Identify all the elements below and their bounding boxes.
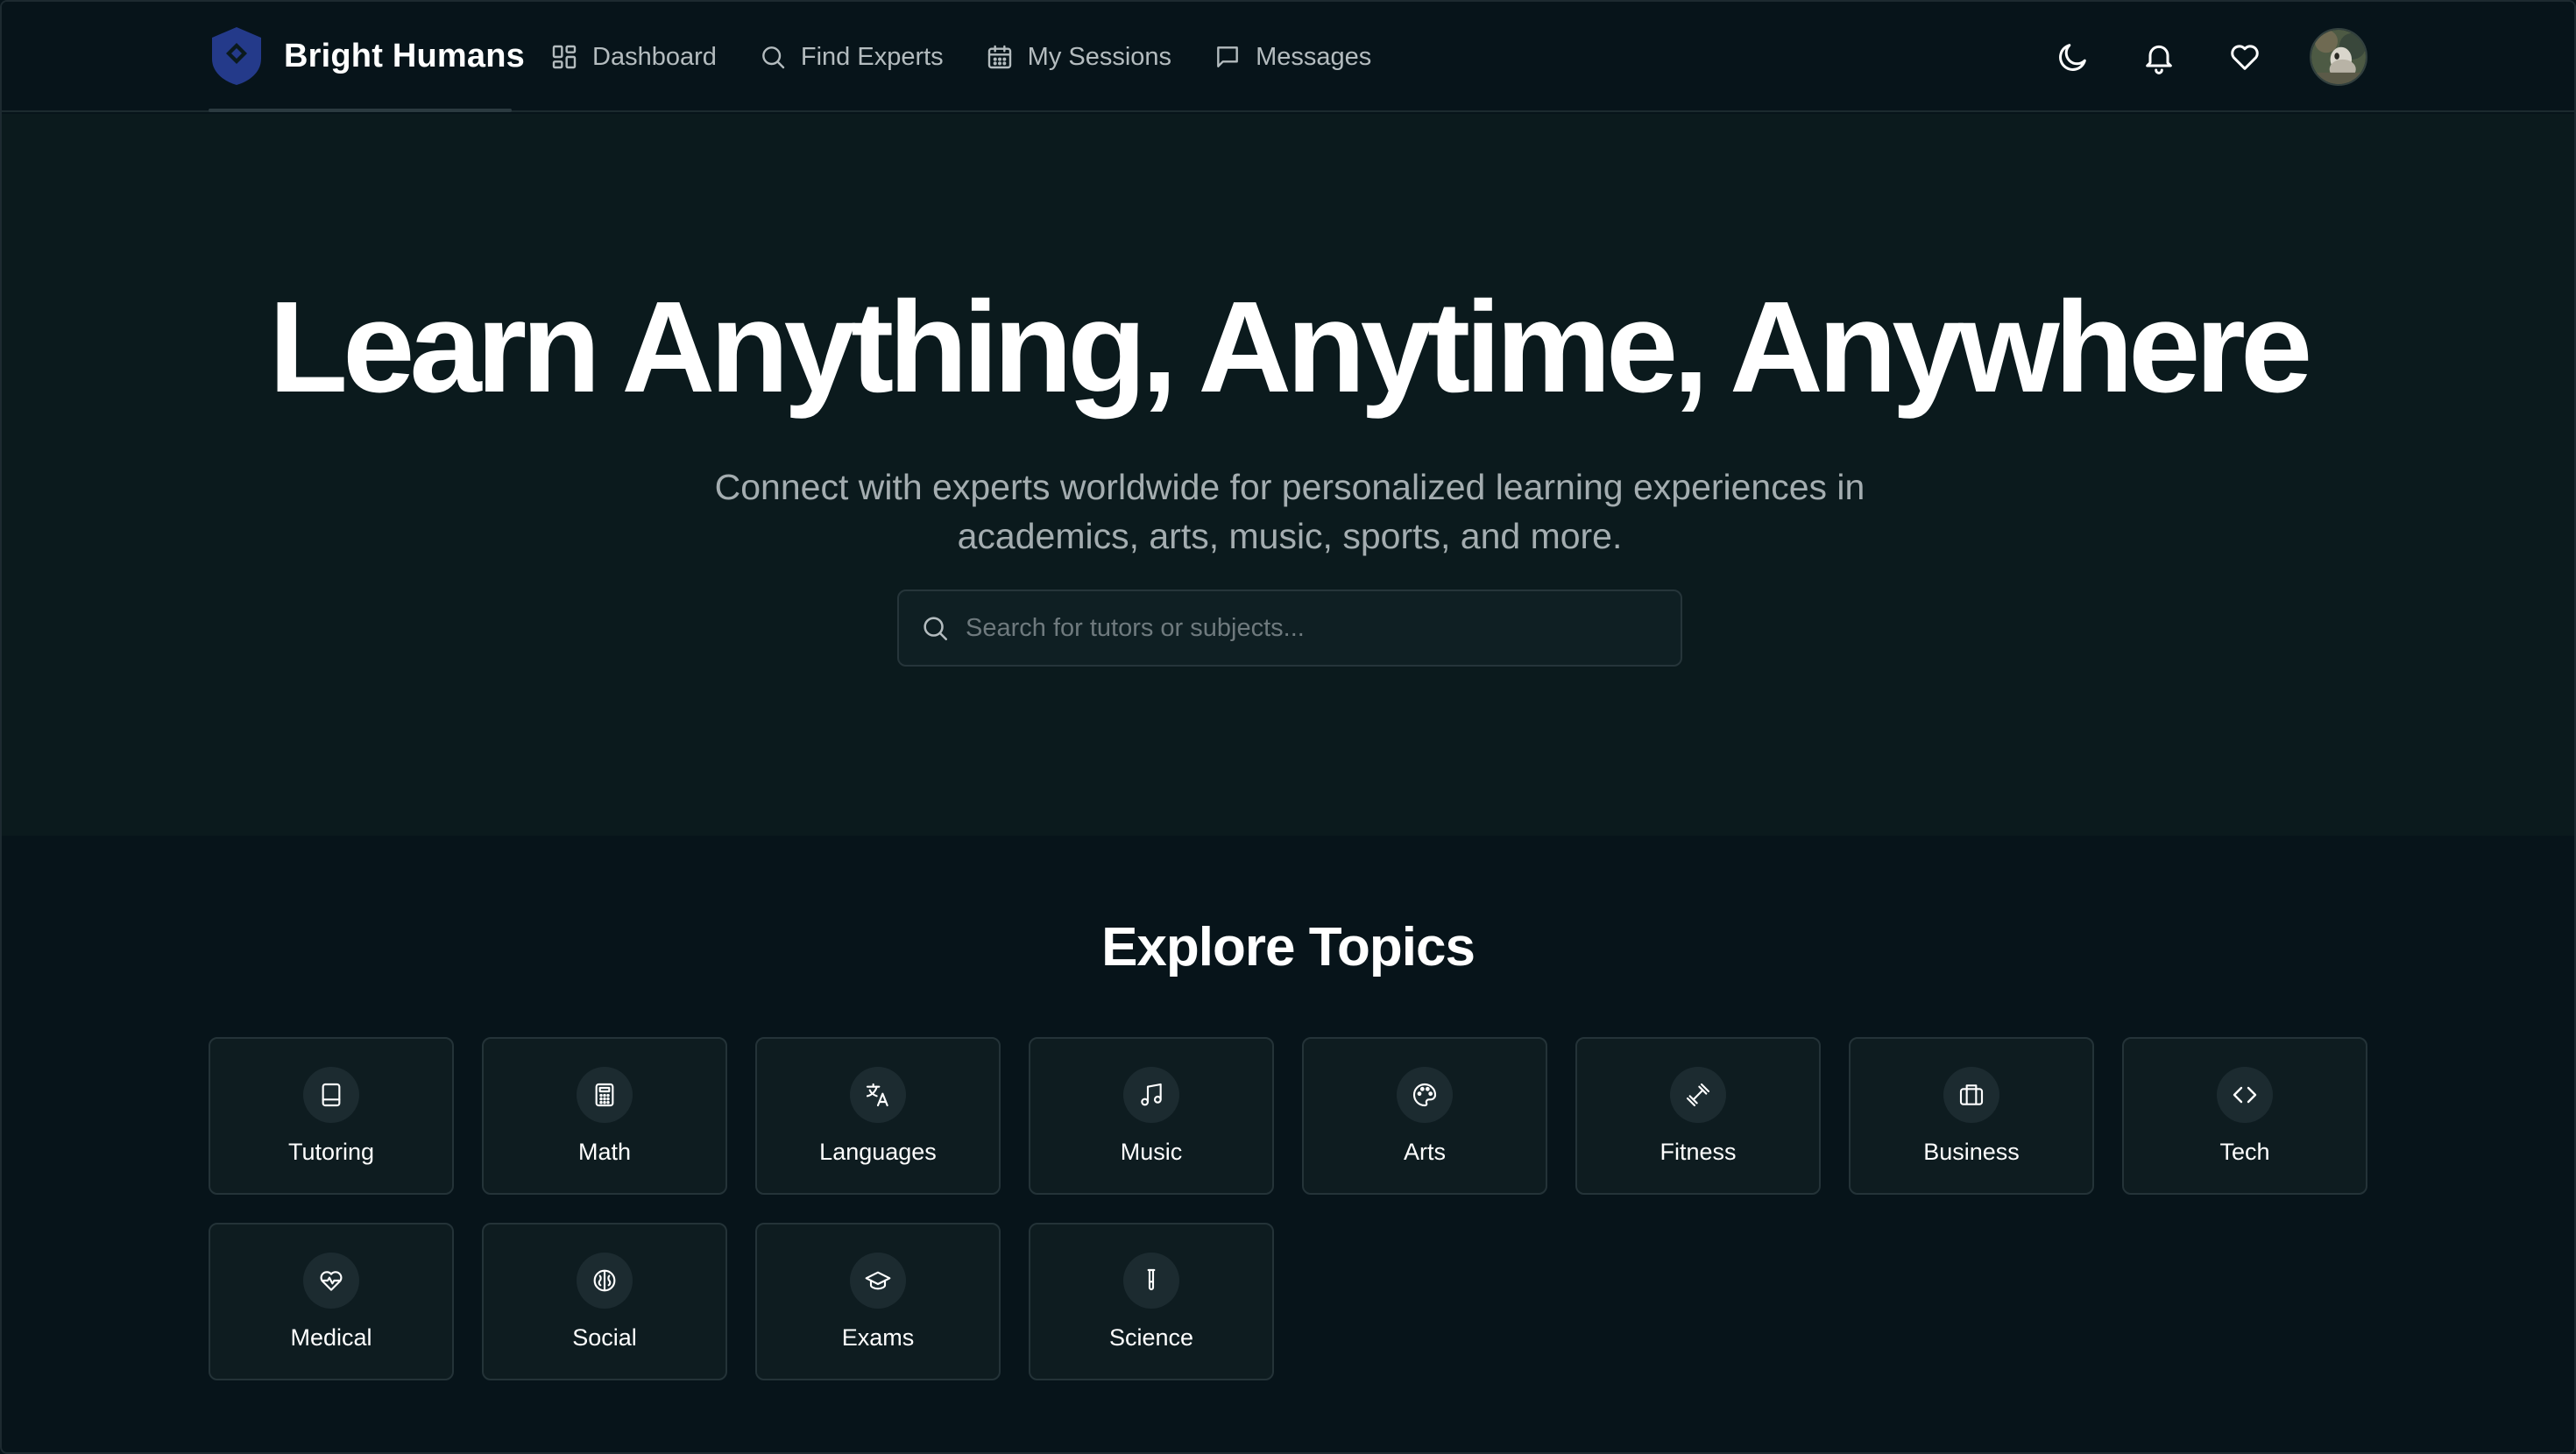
topic-card-medical[interactable]: Medical [209,1223,454,1380]
topic-card-tech[interactable]: Tech [2122,1037,2367,1195]
main-nav: Dashboard Find Experts My Sessions Messa… [550,30,1371,84]
nav-dashboard[interactable]: Dashboard [550,43,717,72]
translate-icon [866,1083,888,1107]
dumbbell-icon [1686,1083,1710,1107]
user-avatar[interactable] [2310,28,2367,86]
search-input[interactable] [966,591,1681,665]
palette-icon [1412,1083,1437,1107]
topic-label: Business [1923,1139,2020,1165]
nav-actions [2052,26,2367,88]
music-note-icon [1141,1083,1162,1106]
nav-find-experts-label: Find Experts [800,42,944,71]
topic-label: Math [577,1139,632,1165]
topic-card-tutoring[interactable]: Tutoring [209,1037,454,1195]
topic-label: Tech [2219,1139,2270,1165]
search-bar [897,589,1682,667]
top-navbar: Bright Humans Dashboard Find Experts My … [2,2,2574,112]
nav-dashboard-label: Dashboard [592,42,717,71]
topic-label: Science [1108,1324,1194,1351]
graduation-cap-icon [865,1271,891,1290]
hero-subtitle: Connect with experts worldwide for perso… [714,467,1865,556]
moon-icon [2059,44,2086,71]
briefcase-icon [1959,1084,1984,1105]
nav-find-experts[interactable]: Find Experts [759,43,944,72]
code-icon [2233,1086,2257,1104]
hero-title: Learn Anything, Anytime, Anywhere [268,275,2313,420]
topic-card-music[interactable]: Music [1029,1037,1274,1195]
topic-label: Tutoring [287,1139,375,1165]
calendar-icon [987,45,1011,69]
topic-card-fitness[interactable]: Fitness [1575,1037,1821,1195]
brand-name: Bright Humans [284,37,525,74]
heart-icon [2231,45,2259,70]
topic-label: Medical [290,1324,372,1351]
topic-card-languages[interactable]: Languages [755,1037,1001,1195]
topic-label: Languages [819,1139,937,1165]
topic-label: Social [572,1324,637,1351]
notifications-button[interactable] [2138,36,2180,78]
topic-card-exams[interactable]: Exams [755,1223,1001,1380]
brain-icon [593,1269,616,1292]
topic-card-science[interactable]: Science [1029,1223,1274,1380]
active-indicator [209,109,512,112]
topic-label: Arts [1403,1139,1446,1165]
shield-logo-icon [212,27,261,85]
topic-card-math[interactable]: Math [482,1037,727,1195]
topic-card-arts[interactable]: Arts [1302,1037,1547,1195]
nav-messages-label: Messages [1256,42,1372,71]
app-window: Bright Humans Dashboard Find Experts My … [0,0,2576,1454]
bell-icon [2146,45,2172,74]
theme-toggle-button[interactable] [2052,36,2094,78]
book-icon [322,1083,341,1107]
topics-grid: Tutoring Math Languages Music Arts Fitne… [209,1037,2371,1380]
favorites-button[interactable] [2224,36,2266,78]
search-icon [762,46,785,69]
brand-link[interactable]: Bright Humans [209,23,525,89]
topic-label: Music [1120,1139,1183,1165]
topic-label: Exams [841,1324,915,1351]
nav-my-sessions[interactable]: My Sessions [986,43,1171,72]
nav-messages[interactable]: Messages [1214,43,1371,72]
hero-section: Learn Anything, Anytime, Anywhere Connec… [2,114,2574,836]
dashboard-icon [552,45,577,69]
search-icon [924,617,948,641]
heart-pulse-icon [320,1271,343,1291]
message-icon [1217,46,1238,67]
calculator-icon [595,1083,614,1107]
topic-label: Fitness [1660,1139,1737,1165]
nav-my-sessions-label: My Sessions [1027,42,1172,71]
section-title: Explore Topics [1101,917,1476,978]
test-tube-icon [1147,1268,1156,1291]
topic-card-social[interactable]: Social [482,1223,727,1380]
topic-card-business[interactable]: Business [1849,1037,2094,1195]
